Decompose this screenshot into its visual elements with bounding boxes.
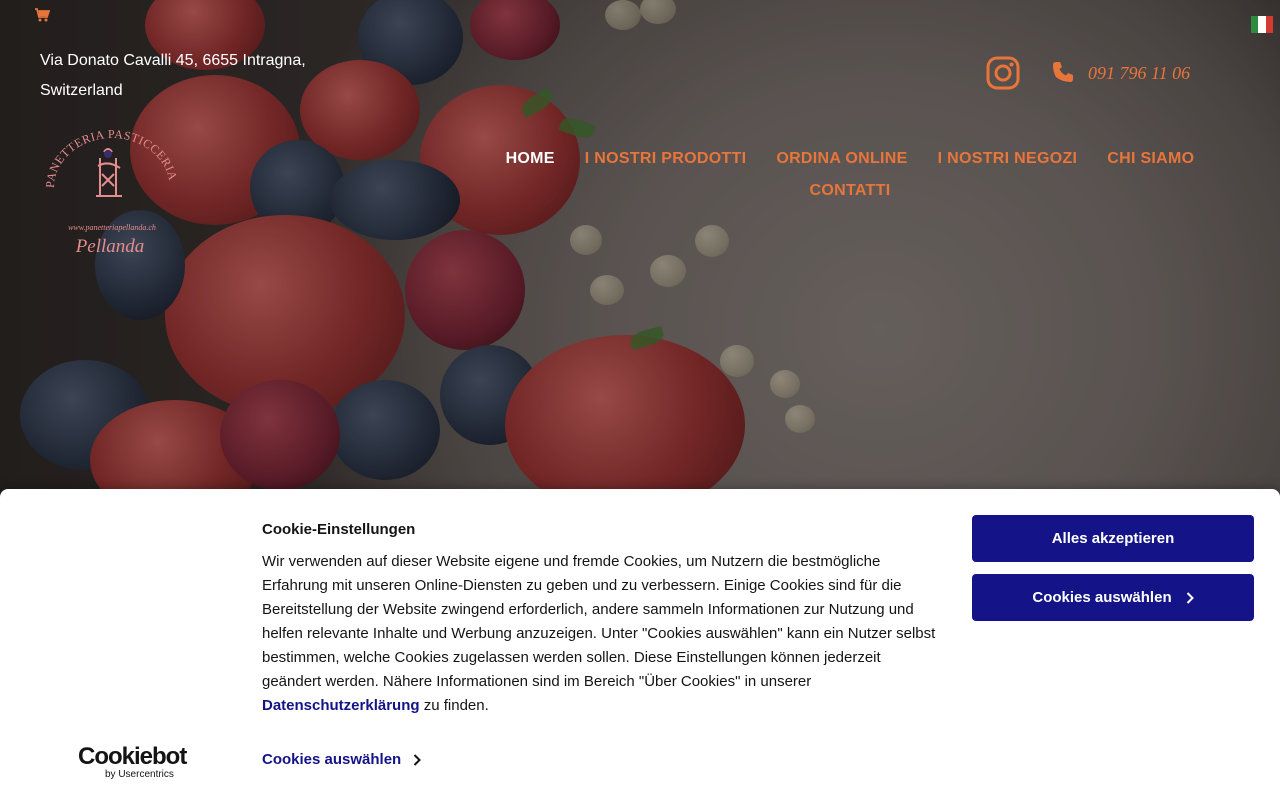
accept-all-button[interactable]: Alles akzeptieren [972,515,1254,562]
privacy-policy-link[interactable]: Datenschutzerklärung [262,697,420,714]
cookies-select-link[interactable]: Cookies auswählen [262,751,422,768]
logo[interactable]: PANETTERIA PASTICCERIA www.panetteriapel… [42,126,182,258]
phone-icon[interactable] [1051,60,1075,84]
select-cookies-label: Cookies auswählen [1032,589,1172,606]
cookie-description-end: zu finden. [423,697,489,714]
cookies-select-link-label: Cookies auswählen [262,751,402,768]
nav-item-chi-siamo[interactable]: CHI SIAMO [1092,146,1209,172]
svg-text:PANETTERIA PASTICCERIA: PANETTERIA PASTICCERIA [43,127,180,188]
logo-name: Pellanda [75,236,145,257]
cookie-title: Cookie-Einstellungen [262,521,416,538]
nav-item-i-nostri-prodotti[interactable]: I NOSTRI PRODOTTI [570,146,762,172]
nav-item-home[interactable]: HOME [491,146,570,172]
select-cookies-button[interactable]: Cookies auswählen [972,574,1254,621]
nav-item-ordina-online[interactable]: ORDINA ONLINE [761,146,922,172]
cookiebot-logo: Cookiebot by Usercentrics [78,745,188,785]
cookie-description: Wir verwenden auf dieser Website eigene … [262,550,942,718]
chevron-right-icon [414,753,422,766]
phone-number-link[interactable]: 091 796 11 06 [1088,60,1190,86]
instagram-icon[interactable] [986,56,1020,90]
logo-url-text: www.panetteriapellanda.ch [68,223,156,232]
cookie-banner: Cookiebot by Usercentrics Cookie-Einstel… [0,489,1280,800]
nav-item-contatti[interactable]: CONTATTI [795,178,906,204]
cookiebot-brand: Cookiebot [78,743,187,770]
address-text: Via Donato Cavalli 45, 6655 Intragna, Sw… [40,52,306,99]
italian-flag-icon[interactable] [1251,16,1273,33]
shopping-cart-icon[interactable] [34,7,51,23]
chevron-right-icon [1186,591,1194,604]
main-navigation: HOME I NOSTRI PRODOTTI ORDINA ONLINE I N… [470,146,1230,204]
logo-arc-text: PANETTERIA PASTICCERIA [43,127,180,188]
accept-all-label: Alles akzeptieren [1051,530,1175,547]
nav-item-i-nostri-negozi[interactable]: I NOSTRI NEGOZI [923,146,1093,172]
cookiebot-brand-sub: by Usercentrics [105,769,174,780]
cookie-description-text: Wir verwenden auf dieser Website eigene … [262,553,936,690]
